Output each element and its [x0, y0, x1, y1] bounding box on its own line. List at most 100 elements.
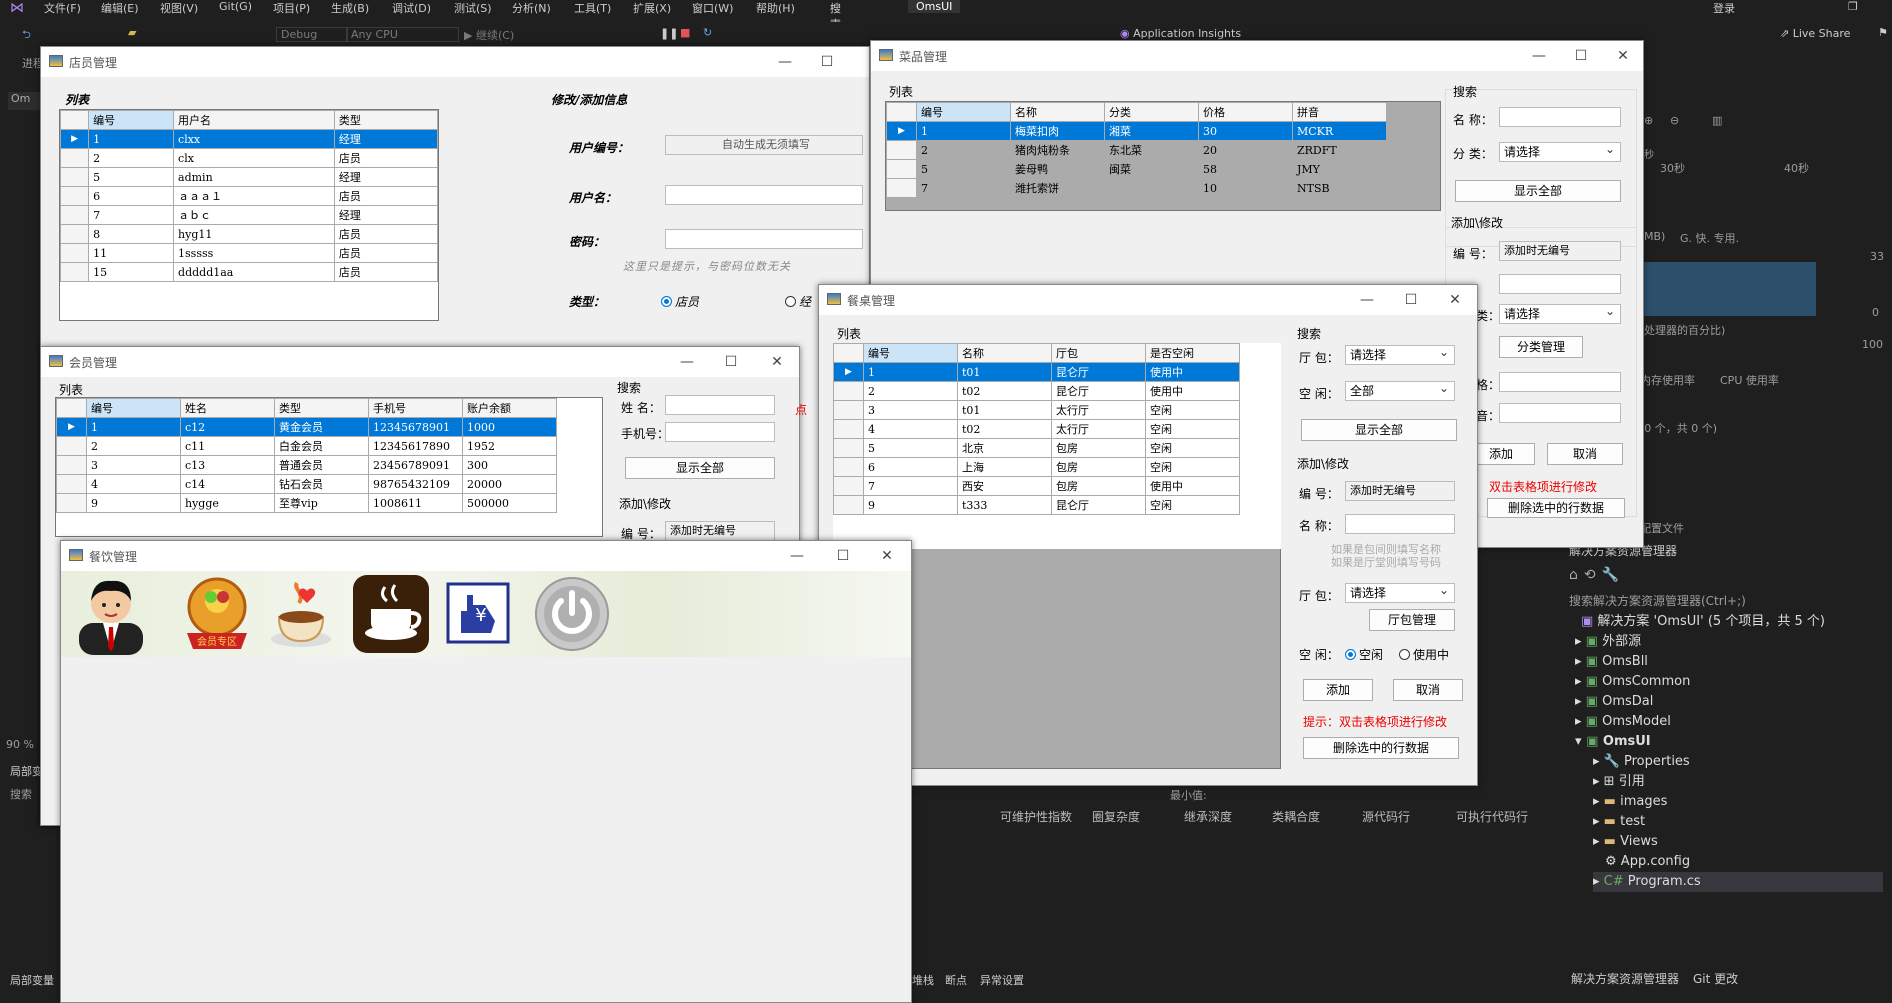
grid-cell[interactable]: 58 — [1198, 159, 1293, 179]
row-header[interactable] — [886, 178, 917, 198]
grid-cell[interactable]: 包房 — [1051, 457, 1146, 477]
grid-cell[interactable]: 至尊vip — [274, 493, 369, 513]
table-row[interactable]: ▶ 1 t01 昆仑厅 使用中 — [833, 362, 1240, 382]
solution-node[interactable]: ▣ 解决方案 'OmsUI' (5 个项目，共 5 个) — [1581, 612, 1825, 632]
se-tab-git[interactable]: Git 更改 — [1693, 970, 1738, 987]
member-grid[interactable]: 编号 姓名 类型 手机号 账户余额 ▶ 1 c12 黄金会员 12345678901 1000 2 c1… — [55, 397, 603, 537]
grid-column-header[interactable]: 编号 — [863, 343, 958, 363]
tree-omscommon[interactable]: ▸ ▣ OmsCommon — [1575, 672, 1690, 692]
menu-tools[interactable]: 工具(T) — [574, 0, 611, 16]
grid-cell[interactable]: 4 — [86, 474, 181, 494]
maximize-icon[interactable]: ☐ — [713, 351, 749, 373]
grid-cell[interactable]: t01 — [957, 362, 1052, 382]
table-row[interactable]: 2 t02 昆仑厅 使用中 — [833, 381, 1240, 401]
login-link[interactable]: 登录 — [1713, 0, 1735, 16]
table-row[interactable]: 5 姜母鸭 闽菜 58 JMY — [886, 159, 1387, 179]
dish-cat-select[interactable]: 请选择 — [1499, 140, 1621, 162]
zoom-in-icon[interactable]: ⊕ — [1644, 114, 1653, 127]
table-row[interactable]: 3 c13 普通会员 23456789091 300 — [56, 455, 557, 475]
table-row[interactable]: 5 北京 包房 空闲 — [833, 438, 1240, 458]
table-radio-free[interactable]: 空闲 — [1345, 646, 1383, 663]
grid-cell[interactable]: JMY — [1292, 159, 1387, 179]
back-icon[interactable]: ⮌ — [22, 26, 31, 45]
minimize-icon[interactable]: — — [767, 51, 803, 73]
grid-cell[interactable]: 15 — [88, 262, 175, 282]
dish-cat2-select[interactable]: 请选择 — [1499, 302, 1621, 324]
grid-cell[interactable]: 普通会员 — [274, 455, 369, 475]
row-header[interactable] — [59, 205, 90, 225]
row-header[interactable] — [886, 140, 917, 160]
grid-cell[interactable]: 3 — [86, 455, 181, 475]
grid-cell[interactable]: 空闲 — [1145, 495, 1240, 515]
grid-cell[interactable]: 太行厅 — [1051, 419, 1146, 439]
grid-cell[interactable]: 30 — [1198, 121, 1293, 141]
grid-cell[interactable]: 经理 — [333, 205, 439, 225]
dish-price-input[interactable] — [1499, 372, 1621, 392]
grid-cell[interactable]: 2 — [863, 381, 958, 401]
stop-icon[interactable]: ■ — [680, 26, 690, 39]
dish-name2-input[interactable] — [1499, 274, 1621, 294]
grid-cell[interactable]: 使用中 — [1145, 381, 1240, 401]
grid-column-header[interactable]: 编号 — [916, 102, 1011, 122]
row-header[interactable] — [833, 419, 864, 439]
app-insights-button[interactable]: ◉ Application Insights — [1120, 27, 1241, 40]
dish-pinyin-input[interactable] — [1499, 403, 1621, 423]
grid-cell[interactable]: 9 — [863, 495, 958, 515]
tree-images[interactable]: ▸ ▬ images — [1593, 792, 1667, 812]
grid-cell[interactable]: 白金会员 — [274, 436, 369, 456]
table-row[interactable]: 8 hyg11 店员 — [59, 224, 439, 244]
menu-file[interactable]: 文件(F) — [44, 0, 81, 16]
grid-cell[interactable]: 店员 — [333, 262, 439, 282]
menu-project[interactable]: 项目(P) — [273, 0, 310, 16]
row-header[interactable] — [59, 186, 90, 206]
grid-cell[interactable]: 经理 — [333, 129, 439, 149]
grid-cell[interactable]: clxx — [173, 129, 335, 149]
restore-icon[interactable]: ❐ — [1848, 0, 1858, 13]
grid-cell[interactable]: 包房 — [1051, 476, 1146, 496]
grid-cell[interactable]: ddddd1aa — [173, 262, 335, 282]
grid-cell[interactable]: 2 — [86, 436, 181, 456]
continue-button[interactable]: ▶ 继续(C) — [464, 27, 514, 43]
row-header[interactable] — [56, 493, 87, 513]
grid-cell[interactable]: 猪肉炖粉条 — [1010, 140, 1105, 160]
tree-properties[interactable]: ▸ 🔧 Properties — [1593, 752, 1690, 772]
dish-show-all-button[interactable]: 显示全部 — [1455, 180, 1621, 202]
grid-cell[interactable]: 1 — [86, 417, 181, 437]
menu-view[interactable]: 视图(V) — [160, 0, 198, 16]
table-row[interactable]: 6 上海 包房 空闲 — [833, 457, 1240, 477]
table-row[interactable]: 7 ａｂｃ 经理 — [59, 205, 439, 225]
grid-cell[interactable]: 昆仑厅 — [1051, 362, 1146, 382]
grid-cell[interactable]: t333 — [957, 495, 1052, 515]
power-icon[interactable] — [533, 575, 611, 653]
grid-cell[interactable]: 1000 — [462, 417, 557, 437]
grid-column-header[interactable]: 类型 — [333, 110, 439, 130]
grid-cell[interactable]: clx — [173, 148, 335, 168]
row-header[interactable] — [59, 167, 90, 187]
tree-references[interactable]: ▸ ⊞ 引用 — [1593, 772, 1645, 792]
grid-cell[interactable]: 上海 — [957, 457, 1052, 477]
pause-icon[interactable]: ❚❚ — [660, 27, 678, 40]
dish-delete-button[interactable]: 删除选中的行数据 — [1487, 498, 1625, 518]
row-header[interactable] — [833, 495, 864, 515]
grid-column-header[interactable]: 拼音 — [1292, 102, 1387, 122]
tab-cpu-usage[interactable]: CPU 使用率 — [1720, 372, 1779, 388]
tree-test[interactable]: ▸ ▬ test — [1593, 812, 1645, 832]
grid-cell[interactable]: 300 — [462, 455, 557, 475]
grid-column-header[interactable]: 类型 — [274, 398, 369, 418]
grid-cell[interactable]: 姜母鸭 — [1010, 159, 1105, 179]
member-icon[interactable]: 会员专区 — [179, 573, 255, 655]
minimize-icon[interactable]: — — [1521, 45, 1557, 67]
grid-cell[interactable]: 1sssss — [173, 243, 335, 263]
tree-program[interactable]: ▸ C# Program.cs — [1593, 872, 1883, 892]
grid-column-header[interactable]: 用户名 — [173, 110, 335, 130]
grid-cell[interactable]: 1952 — [462, 436, 557, 456]
tree-omsdal[interactable]: ▸ ▣ OmsDal — [1575, 692, 1653, 712]
password-input[interactable] — [665, 229, 863, 249]
maximize-icon[interactable]: ☐ — [1393, 289, 1429, 311]
config-dropdown[interactable]: Debug — [276, 27, 349, 42]
grid-cell[interactable]: 店员 — [333, 243, 439, 263]
dish-cancel-button[interactable]: 取消 — [1547, 443, 1623, 465]
grid-cell[interactable] — [1104, 178, 1199, 198]
grid-cell[interactable]: ZRDFT — [1292, 140, 1387, 160]
dish-cat-manage-button[interactable]: 分类管理 — [1499, 336, 1583, 358]
